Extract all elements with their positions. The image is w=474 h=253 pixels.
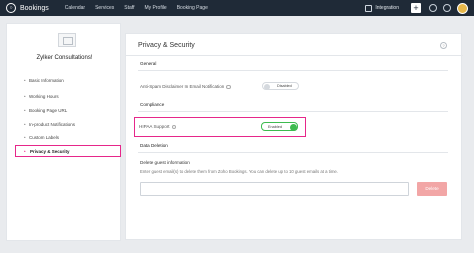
business-name: Zylker Consultations! bbox=[36, 55, 93, 61]
info-icon[interactable] bbox=[226, 84, 231, 90]
help-icon[interactable] bbox=[429, 4, 437, 12]
sidebar-item-booking-page-url[interactable]: Booking Page URL bbox=[24, 108, 67, 113]
section-data-deletion-heading: Data Deletion bbox=[140, 143, 168, 148]
guest-email-input[interactable] bbox=[140, 182, 409, 196]
anti-spam-label-text: Anti-Spam Disclaimer In Email Notificati… bbox=[140, 84, 225, 89]
hipaa-label-text: HIPAA Support bbox=[139, 124, 170, 129]
integration-link[interactable]: Integration bbox=[375, 5, 399, 11]
sidebar-item-privacy-security[interactable]: Privacy & Security bbox=[15, 145, 121, 157]
integration-icon[interactable] bbox=[365, 4, 373, 12]
hipaa-label: HIPAA Support bbox=[139, 124, 177, 130]
panel-help-icon[interactable]: ? bbox=[440, 42, 447, 49]
app-name: Bookings bbox=[20, 4, 49, 12]
settings-sidebar: Zylker Consultations! Basic Information … bbox=[6, 23, 121, 241]
hipaa-state: Enabled bbox=[268, 124, 282, 129]
top-nav: ○ Bookings Calendar Services Staff My Pr… bbox=[0, 0, 474, 16]
page-title: Privacy & Security bbox=[138, 42, 195, 49]
divider bbox=[138, 70, 448, 71]
delete-button[interactable]: Delete bbox=[417, 182, 447, 196]
nav-calendar[interactable]: Calendar bbox=[65, 5, 85, 11]
toggle-knob bbox=[290, 123, 297, 131]
business-logo-placeholder-icon[interactable] bbox=[58, 33, 76, 47]
sidebar-item-custom-labels[interactable]: Custom Labels bbox=[24, 135, 59, 140]
nav-staff[interactable]: Staff bbox=[124, 5, 134, 11]
divider bbox=[138, 111, 448, 112]
delete-guest-info-heading: Delete guest information bbox=[140, 160, 190, 165]
section-compliance-heading: Compliance bbox=[140, 102, 165, 107]
anti-spam-label: Anti-Spam Disclaimer In Email Notificati… bbox=[140, 84, 231, 90]
nav-services[interactable]: Services bbox=[95, 5, 114, 11]
sidebar-item-basic-information[interactable]: Basic Information bbox=[24, 78, 64, 83]
anti-spam-state: Disabled bbox=[277, 84, 292, 89]
sidebar-item-in-product-notifications[interactable]: In-product Notifications bbox=[24, 122, 75, 127]
sidebar-item-working-hours[interactable]: Working Hours bbox=[24, 94, 59, 99]
info-icon[interactable] bbox=[171, 124, 177, 130]
app-logo[interactable]: ○ Bookings bbox=[6, 3, 55, 13]
hipaa-toggle[interactable]: Enabled bbox=[261, 122, 298, 131]
sidebar-item-label: Privacy & Security bbox=[24, 149, 69, 154]
nav-booking-page[interactable]: Booking Page bbox=[177, 5, 208, 11]
nav-my-profile[interactable]: My Profile bbox=[144, 5, 166, 11]
bookings-logo-icon: ○ bbox=[6, 3, 16, 13]
divider bbox=[138, 152, 448, 153]
settings-icon[interactable] bbox=[443, 4, 451, 12]
delete-guest-hint: Enter guest email(s) to delete them from… bbox=[140, 169, 339, 174]
hipaa-support-row: HIPAA Support Enabled bbox=[134, 117, 306, 137]
toggle-knob bbox=[264, 83, 270, 90]
add-button[interactable]: + bbox=[411, 3, 421, 13]
anti-spam-toggle[interactable]: Disabled bbox=[262, 82, 299, 90]
avatar[interactable] bbox=[457, 2, 468, 14]
divider bbox=[126, 55, 463, 56]
section-general-heading: General bbox=[140, 61, 157, 66]
